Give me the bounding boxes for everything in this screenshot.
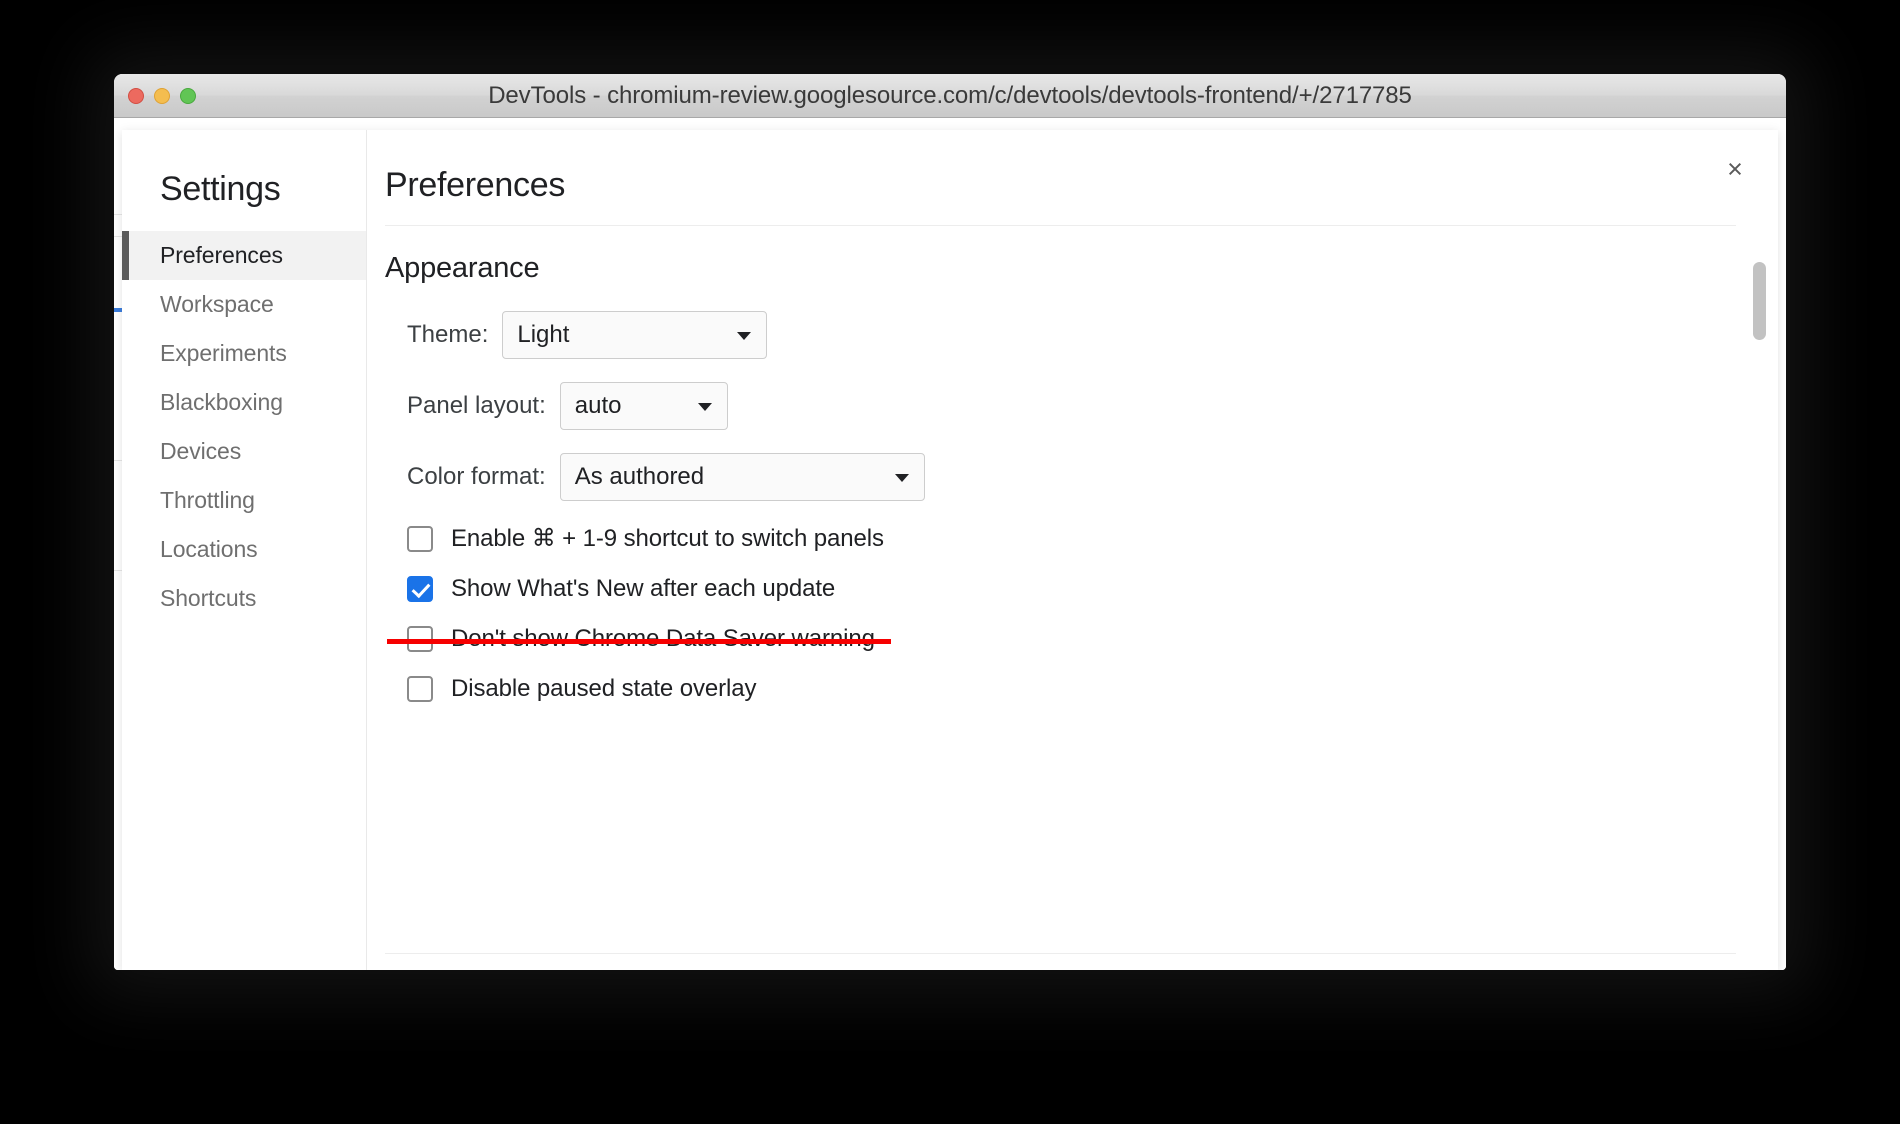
close-icon[interactable]: × (1718, 152, 1752, 186)
sidebar-item-label: Devices (160, 438, 242, 464)
sidebar-item-label: Blackboxing (160, 389, 283, 415)
sidebar-item-label: Experiments (160, 340, 287, 366)
checkbox-row-whats-new[interactable]: Show What's New after each update (385, 575, 1736, 603)
checkbox-show-whats-new[interactable] (407, 576, 433, 602)
screen: DevTools - chromium-review.googlesource.… (0, 0, 1900, 1124)
sidebar-item-blackboxing[interactable]: Blackboxing (122, 378, 366, 427)
color-format-select[interactable]: As authored (559, 453, 925, 501)
checkbox-dont-show-data-saver-warning[interactable] (407, 626, 433, 652)
color-format-select-wrap: As authored (559, 453, 925, 501)
theme-label: Theme: (407, 321, 489, 348)
checkbox-label: Disable paused state overlay (451, 675, 757, 702)
window-titlebar: DevTools - chromium-review.googlesource.… (114, 74, 1786, 118)
checkbox-label: Don't show Chrome Data Saver warning (451, 625, 875, 652)
checkbox-label: Show What's New after each update (451, 575, 836, 602)
panel-layout-select[interactable]: auto (559, 382, 728, 430)
window-minimize-icon[interactable] (154, 87, 170, 104)
sidebar-item-label: Shortcuts (160, 585, 257, 611)
window-close-icon[interactable] (128, 87, 144, 104)
sidebar-item-preferences[interactable]: Preferences (122, 231, 366, 280)
bottom-divider (385, 953, 1736, 954)
sidebar-item-label: Workspace (160, 291, 274, 317)
sidebar-item-locations[interactable]: Locations (122, 525, 366, 574)
settings-content: Preferences Appearance Theme: Light Pane… (367, 130, 1778, 970)
color-format-label: Color format: (407, 463, 546, 490)
theme-row: Theme: Light (385, 311, 1736, 359)
section-heading-appearance: Appearance (385, 252, 540, 284)
sidebar-item-label: Throttling (160, 487, 255, 513)
sidebar-item-devices[interactable]: Devices (122, 427, 366, 476)
checkbox-enable-shortcut[interactable] (407, 525, 433, 552)
checkbox-row-data-saver[interactable]: Don't show Chrome Data Saver warning (385, 625, 1736, 653)
window-title: DevTools - chromium-review.googlesource.… (488, 81, 1412, 109)
page-title: Preferences (385, 166, 566, 204)
sidebar-item-throttling[interactable]: Throttling (122, 476, 366, 525)
sidebar-item-shortcuts[interactable]: Shortcuts (122, 574, 366, 623)
scrollbar-thumb[interactable] (1753, 262, 1766, 340)
window-body: × Settings Preferences Workspace Experim… (114, 118, 1786, 970)
theme-select[interactable]: Light (502, 311, 768, 359)
theme-select-wrap: Light (502, 311, 768, 359)
panel-layout-row: Panel layout: auto (385, 382, 1736, 430)
window-zoom-icon[interactable] (180, 87, 196, 104)
sidebar-item-label: Locations (160, 536, 258, 562)
panel-layout-select-wrap: auto (559, 382, 728, 430)
settings-sidebar: Settings Preferences Workspace Experimen… (122, 130, 367, 970)
preferences-scroll-area: Appearance Theme: Light Panel layout: au… (367, 226, 1778, 934)
content-scrollbar[interactable] (1753, 262, 1766, 952)
checkbox-disable-paused-state-overlay[interactable] (407, 676, 433, 702)
sidebar-item-workspace[interactable]: Workspace (122, 280, 366, 329)
color-format-row: Color format: As authored (385, 453, 1736, 501)
sidebar-title: Settings (160, 170, 281, 208)
os-window: DevTools - chromium-review.googlesource.… (114, 74, 1786, 970)
traffic-light-group (128, 74, 196, 117)
sidebar-item-label: Preferences (160, 242, 283, 268)
sidebar-item-experiments[interactable]: Experiments (122, 329, 366, 378)
panel-layout-label: Panel layout: (407, 392, 546, 419)
settings-dialog: × Settings Preferences Workspace Experim… (122, 130, 1778, 970)
checkbox-row-paused-overlay[interactable]: Disable paused state overlay (385, 675, 1736, 703)
checkbox-row-shortcut[interactable]: Enable ⌘ + 1-9 shortcut to switch panels (385, 524, 1736, 553)
checkbox-label: Enable ⌘ + 1-9 shortcut to switch panels (451, 525, 884, 552)
